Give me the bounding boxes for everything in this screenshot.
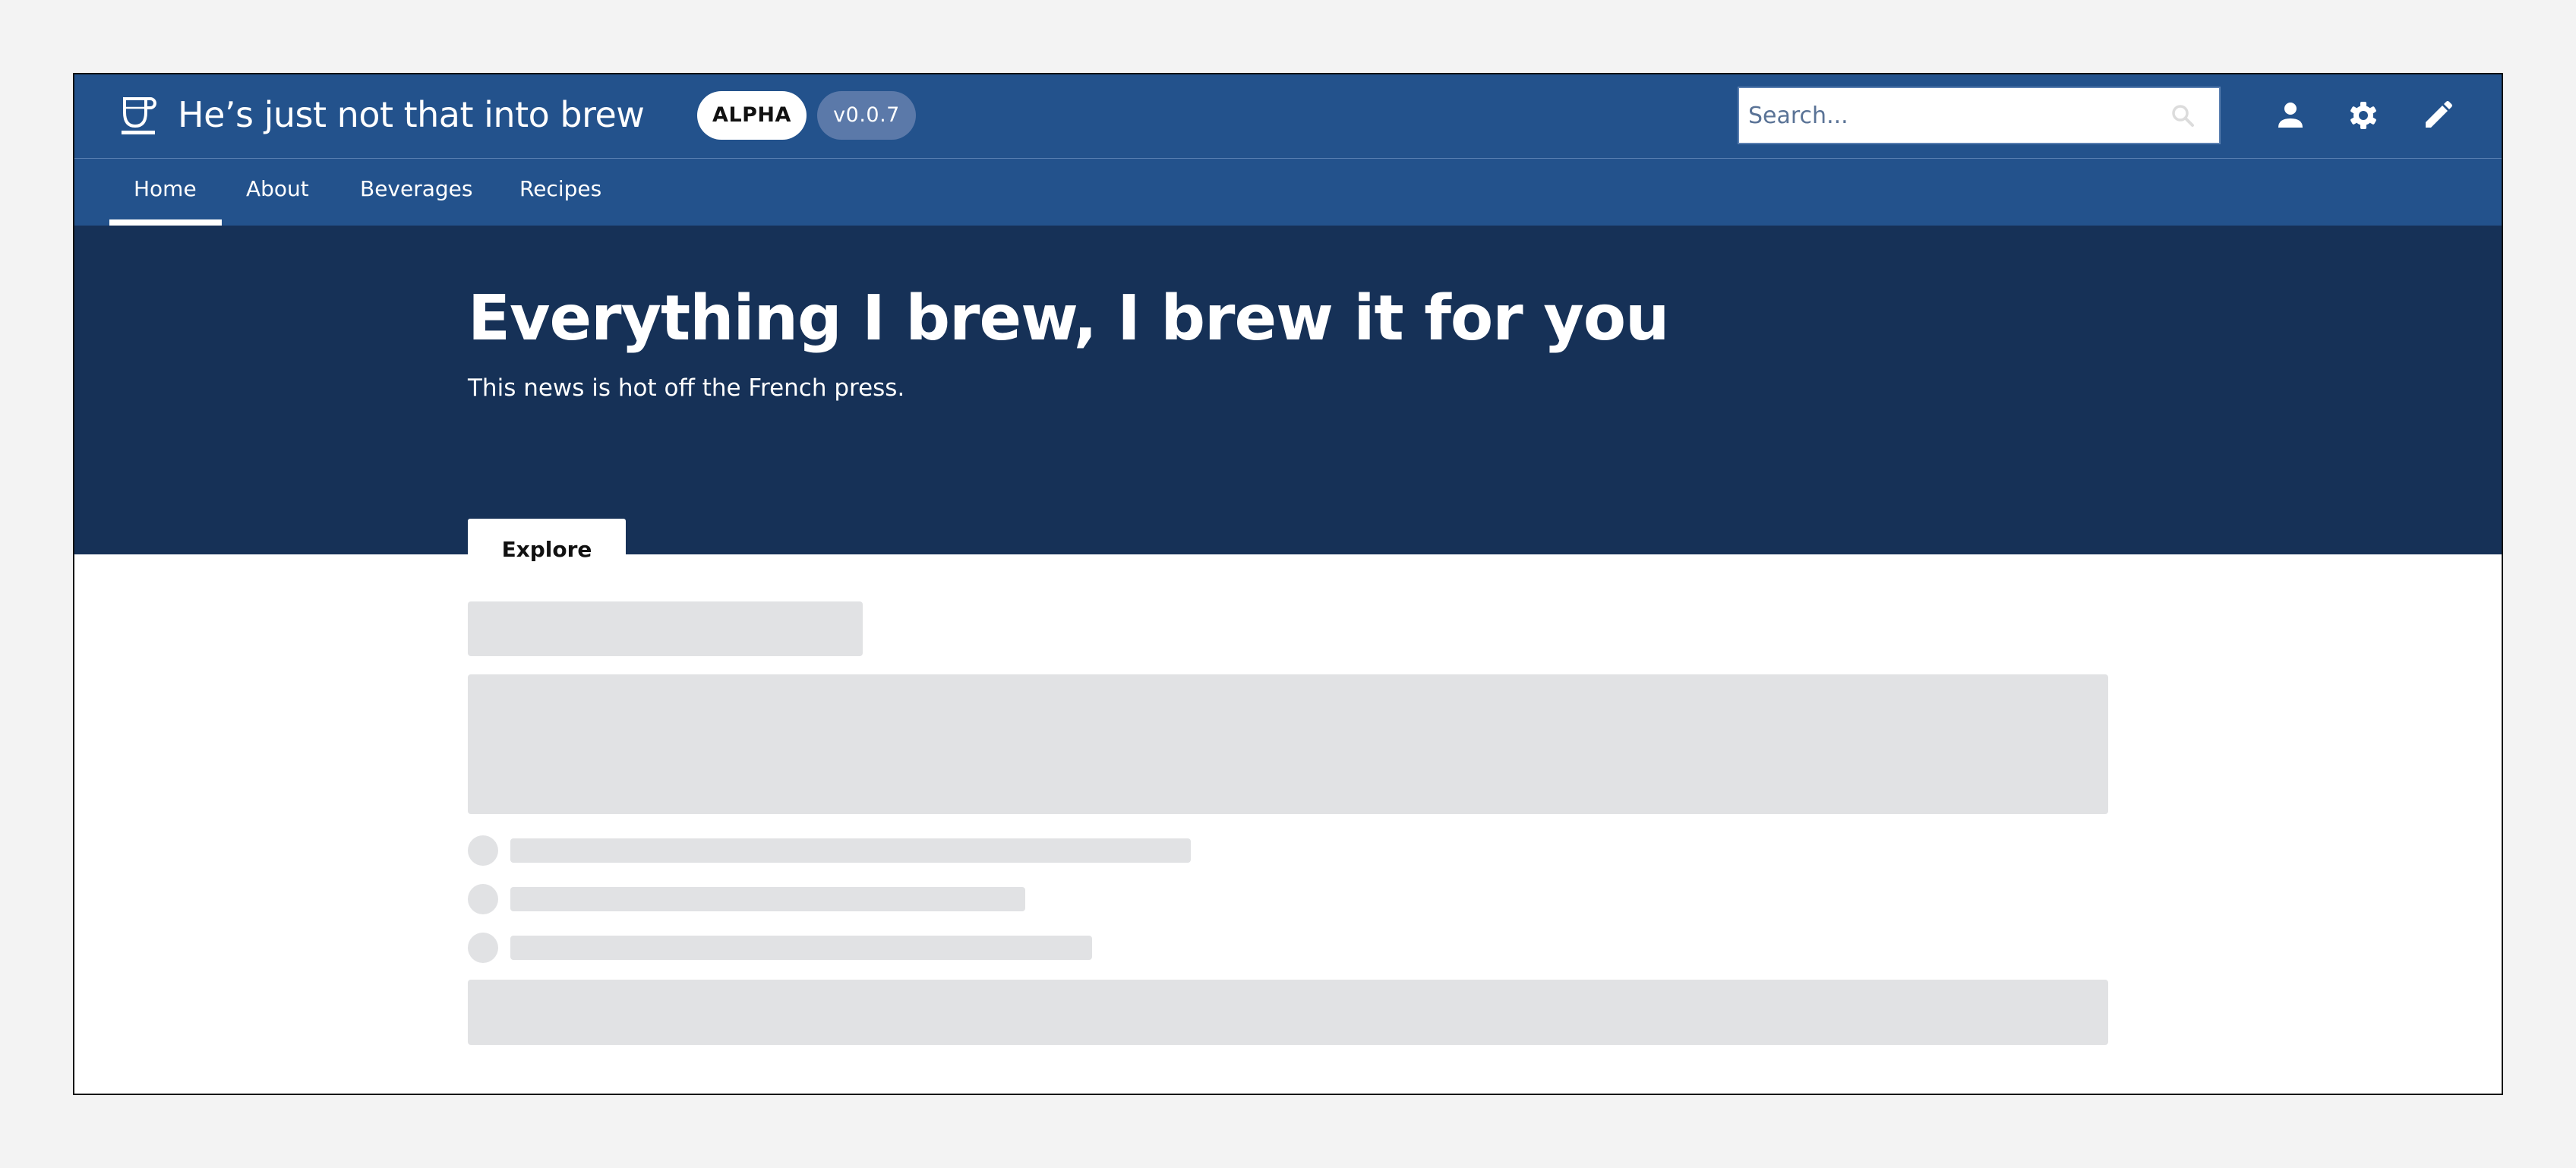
version-badge: v0.0.7 xyxy=(817,91,916,140)
skeleton-list-bullet xyxy=(468,884,498,914)
skeleton-content-block xyxy=(468,674,2108,814)
nav-tab-home[interactable]: Home xyxy=(109,159,222,226)
coffee-cup-icon xyxy=(122,97,156,134)
skeleton-list-bullet xyxy=(468,835,498,866)
explore-button[interactable]: Explore xyxy=(468,519,626,579)
skeleton-title xyxy=(468,601,863,656)
nav-tab-about[interactable]: About xyxy=(222,159,333,226)
skeleton-list-line xyxy=(510,887,1025,911)
hero-title: Everything I brew, I brew it for you xyxy=(468,283,1669,355)
nav-tab-beverages[interactable]: Beverages xyxy=(336,159,497,226)
search-input[interactable] xyxy=(1739,88,2164,143)
site-header: He’s just not that into brew ALPHA v0.0.… xyxy=(74,74,2502,159)
skeleton-list-line xyxy=(510,936,1092,960)
main-nav: Home About Beverages Recipes xyxy=(74,159,2502,226)
hero-subtitle: This news is hot off the French press. xyxy=(468,374,905,402)
skeleton-list-bullet xyxy=(468,933,498,963)
pencil-icon[interactable] xyxy=(2423,100,2453,131)
site-title[interactable]: He’s just not that into brew xyxy=(178,91,645,138)
search-icon[interactable] xyxy=(2170,103,2195,128)
app-window: He’s just not that into brew ALPHA v0.0.… xyxy=(73,73,2503,1095)
gear-icon[interactable] xyxy=(2348,100,2379,131)
search-box xyxy=(1738,87,2221,144)
skeleton-list-line xyxy=(510,838,1191,863)
skeleton-footer-block xyxy=(468,980,2108,1045)
stage-badge: ALPHA xyxy=(697,91,807,140)
hero-banner: Everything I brew, I brew it for you Thi… xyxy=(74,226,2502,579)
user-icon[interactable] xyxy=(2275,100,2306,131)
nav-tab-recipes[interactable]: Recipes xyxy=(495,159,626,226)
